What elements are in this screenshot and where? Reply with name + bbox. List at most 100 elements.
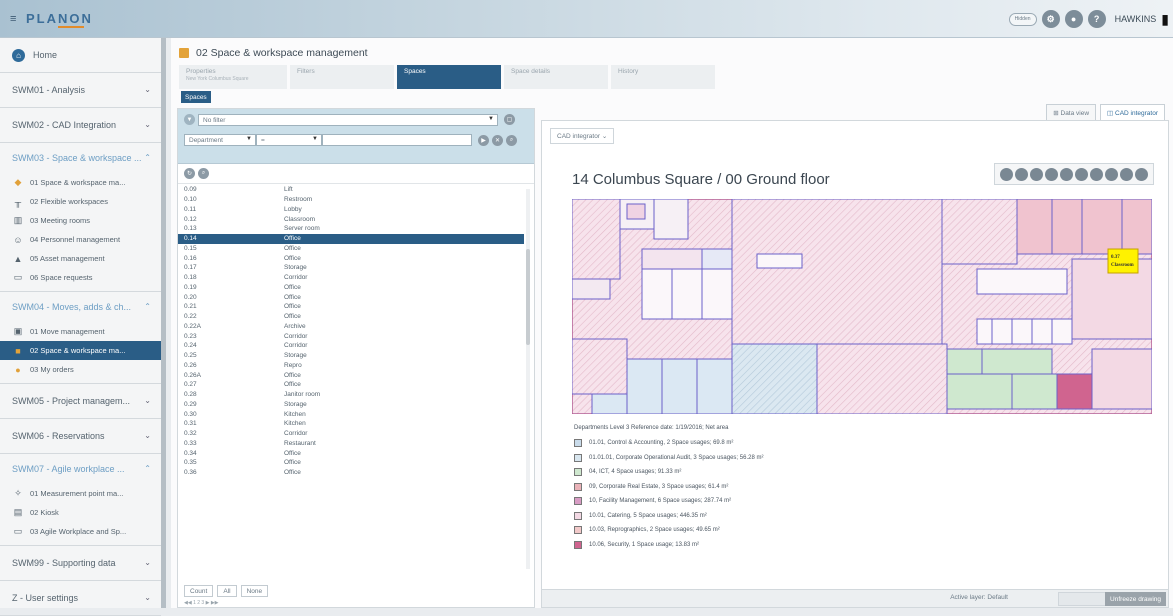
unfreeze-drawing-button[interactable]: Unfreeze drawing [1105, 592, 1166, 606]
table-row[interactable]: 0.21 Office [178, 302, 524, 312]
table-row[interactable]: 0.33 Restaurant [178, 439, 524, 449]
table-row[interactable]: 0.17 Storage [178, 263, 524, 273]
table-row[interactable]: 0.34 Office [178, 448, 524, 458]
legend-item[interactable]: 01.01.01, Corporate Operational Audit, 3… [574, 451, 763, 466]
sidebar-group-header[interactable]: SWM07 - Agile workplace ... ⌃ [0, 454, 161, 484]
legend-item[interactable]: 01.01, Control & Accounting, 2 Space usa… [574, 436, 763, 451]
zoom-out-icon[interactable] [1015, 167, 1028, 181]
legend-item[interactable]: 09, Corporate Real Estate, 3 Space usage… [574, 480, 763, 495]
measure-icon[interactable] [1090, 167, 1103, 181]
zoom-in-icon[interactable] [1000, 167, 1013, 181]
table-row[interactable]: 0.18 Corridor [178, 273, 524, 283]
hidden-toggle[interactable]: Hidden [1008, 12, 1037, 26]
select-none-button[interactable]: None [240, 585, 269, 597]
sidebar-item-swm06[interactable]: SWM06 - Reservations ⌄ [0, 419, 161, 454]
help-icon[interactable]: ? [1087, 10, 1106, 28]
cad-integrator-select[interactable]: CAD integrator ⌄ [550, 128, 615, 144]
settings-icon[interactable] [1135, 167, 1148, 181]
sidebar-item-swm99[interactable]: SWM99 - Supporting data ⌄ [0, 546, 161, 581]
apply-filter-icon[interactable]: ▶ [478, 135, 489, 146]
sidebar-subitem[interactable]: ◆ 01 Space & workspace ma... [0, 173, 161, 192]
field-select[interactable]: Department ▼ [184, 134, 256, 146]
table-row[interactable]: 0.15 Office [178, 244, 524, 254]
table-row[interactable]: 0.16 Office [178, 253, 524, 263]
scrollbar-thumb[interactable] [526, 249, 530, 345]
sidebar-group-header[interactable]: SWM04 - Moves, adds & ch... ⌃ [0, 292, 161, 322]
table-row[interactable]: 0.19 Office [178, 283, 524, 293]
username[interactable]: HAWKINS [1115, 14, 1157, 24]
sidebar-subitem[interactable]: ● 03 My orders [0, 360, 161, 379]
table-row[interactable]: 0.29 Storage [178, 400, 524, 410]
sidebar-subitem[interactable]: ╥ 02 Flexible workspaces [0, 192, 161, 211]
pan-icon[interactable] [1045, 167, 1058, 181]
filter-select[interactable]: No filter ▼ [198, 114, 498, 126]
list-scrollbar[interactable] [526, 189, 530, 569]
print-icon[interactable] [1105, 167, 1118, 181]
export-icon[interactable] [1120, 167, 1133, 181]
highlighted-room[interactable] [1107, 248, 1139, 274]
table-row[interactable]: 0.28 Janitor room [178, 390, 524, 400]
funnel-icon[interactable]: ▼ [184, 114, 195, 125]
clear-filter-icon[interactable]: ✕ [492, 135, 503, 146]
floor-plan-drawing[interactable]: 0.37 Classroom [572, 199, 1152, 414]
legend-item[interactable]: 10.03, Reprographics, 2 Space usages; 49… [574, 523, 763, 538]
legend-item[interactable]: 10.01, Catering, 5 Space usages; 446.35 … [574, 509, 763, 524]
table-row[interactable]: 0.31 Kitchen [178, 419, 524, 429]
step-history[interactable]: History [611, 65, 715, 89]
table-row[interactable]: 0.13 Server room [178, 224, 524, 234]
select-icon[interactable] [1060, 167, 1073, 181]
legend-item[interactable]: 10, Facility Management, 6 Space usages;… [574, 494, 763, 509]
step-filters[interactable]: Filters [290, 65, 394, 89]
sidebar-subitem[interactable]: ▥ 03 Meeting rooms [0, 211, 161, 230]
sidebar-subitem[interactable]: ▭ 06 Space requests [0, 268, 161, 287]
legend-item[interactable]: 04, ICT, 4 Space usages; 91.33 m² [574, 465, 763, 480]
layers-icon[interactable] [1075, 167, 1088, 181]
filter-value-input[interactable] [322, 134, 472, 146]
sidebar-subitem[interactable]: ☺ 04 Personnel management [0, 230, 161, 249]
table-row[interactable]: 0.35 Office [178, 458, 524, 468]
refresh-icon[interactable]: ↻ [184, 168, 195, 179]
search-icon[interactable]: ⌕ [506, 135, 517, 146]
sidebar-group-header[interactable]: SWM03 - Space & workspace ... ⌃ [0, 143, 161, 173]
table-row[interactable]: 0.25 Storage [178, 351, 524, 361]
table-row[interactable]: 0.10 Restroom [178, 195, 524, 205]
zoom-icon[interactable]: ⌕ [198, 168, 209, 179]
sidebar-subitem[interactable]: ▲ 05 Asset management [0, 249, 161, 268]
table-row[interactable]: 0.24 Corridor [178, 341, 524, 351]
table-row[interactable]: 0.36 Office [178, 468, 524, 478]
settings-icon[interactable]: ⚙ [1041, 10, 1060, 28]
notifications-icon[interactable]: ● [1064, 10, 1083, 28]
table-row[interactable]: 0.22 Office [178, 312, 524, 322]
step-properties[interactable]: Properties New York Columbus Square [179, 65, 287, 89]
step-spaces[interactable]: Spaces [397, 65, 501, 89]
sidebar-item-swm01[interactable]: SWM01 - Analysis ⌄ [0, 73, 161, 108]
table-row[interactable]: 0.20 Office [178, 292, 524, 302]
table-row[interactable]: 0.09 Lift [178, 185, 524, 195]
table-row[interactable]: 0.23 Corridor [178, 331, 524, 341]
pager[interactable]: ◀◀ 1 2 3 ▶ ▶▶ [184, 600, 219, 606]
sidebar-item-user-settings[interactable]: Z - User settings ⌄ [0, 581, 161, 616]
table-row[interactable]: 0.26 Repro [178, 361, 524, 371]
user-icon[interactable]: ▮ [1161, 11, 1169, 28]
count-button[interactable]: Count [184, 585, 214, 597]
sidebar-subitem[interactable]: ▭ 03 Agile Workplace and Sp... [0, 522, 161, 541]
zoom-extents-icon[interactable] [1030, 167, 1043, 181]
lock-icon[interactable]: ▢ [504, 114, 515, 125]
sidebar-item-swm05[interactable]: SWM05 - Project managem... ⌄ [0, 384, 161, 419]
sidebar-item-swm02[interactable]: SWM02 - CAD Integration ⌄ [0, 108, 161, 143]
select-all-button[interactable]: All [217, 585, 237, 597]
sidebar-subitem-active[interactable]: ■ 02 Space & workspace ma... [0, 341, 161, 360]
table-row[interactable]: 0.32 Corridor [178, 429, 524, 439]
table-row[interactable]: 0.12 Classroom [178, 214, 524, 224]
table-row[interactable]: 0.26A Office [178, 370, 524, 380]
table-row[interactable]: 0.11 Lobby [178, 205, 524, 215]
table-row[interactable]: 0.30 Kitchen [178, 409, 524, 419]
sidebar-subitem[interactable]: ▣ 01 Move management [0, 322, 161, 341]
sidebar-subitem[interactable]: ✧ 01 Measurement point ma... [0, 484, 161, 503]
table-row[interactable]: 0.22A Archive [178, 322, 524, 332]
operator-select[interactable]: = ▼ [256, 134, 322, 146]
layer-button[interactable] [1058, 592, 1108, 606]
legend-item[interactable]: 10.06, Security, 1 Space usage; 13.83 m² [574, 538, 763, 553]
hamburger-menu-icon[interactable]: ≡ [10, 13, 16, 25]
table-row[interactable]: 0.14 Office [178, 233, 524, 244]
